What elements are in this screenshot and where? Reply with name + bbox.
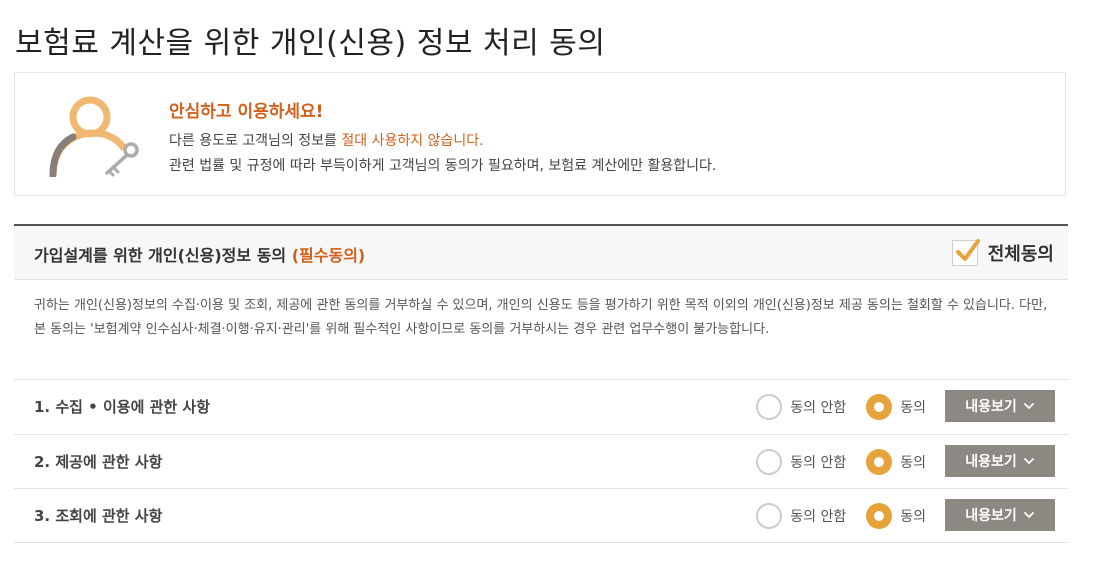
radio-disagree-label: 동의 안함 bbox=[790, 400, 847, 416]
consent-title: 가입설계를 위한 개인(신용)정보 동의 (필수동의) bbox=[34, 242, 365, 266]
required-label: (필수동의) bbox=[291, 246, 366, 265]
item-label: 2. 제공에 관한 사항 bbox=[34, 453, 163, 471]
radio-agree[interactable]: 동의 bbox=[866, 449, 926, 475]
radio-agree-label: 동의 bbox=[900, 455, 926, 471]
person-key-icon bbox=[49, 96, 139, 177]
radio-group: 동의 안함 동의 bbox=[756, 447, 926, 477]
view-details-label: 내용보기 bbox=[965, 453, 1017, 469]
consent-description: 귀하는 개인(신용)정보의 수집·이용 및 조회, 제공에 관한 동의를 거부하… bbox=[34, 298, 1048, 337]
all-agree-checkbox[interactable]: 전체동의 bbox=[951, 238, 1054, 268]
radio-disagree-label: 동의 안함 bbox=[790, 455, 847, 471]
view-details-label: 내용보기 bbox=[965, 398, 1017, 414]
radio-disagree[interactable]: 동의 안함 bbox=[756, 449, 846, 475]
radio-disagree-label: 동의 안함 bbox=[790, 509, 847, 525]
notice-line1-highlight: 절대 사용하지 않습니다. bbox=[341, 133, 484, 149]
view-details-button[interactable]: 내용보기 bbox=[945, 445, 1055, 477]
radio-agree-control[interactable] bbox=[866, 394, 893, 420]
chevron-down-icon bbox=[1023, 458, 1034, 465]
radio-agree-control[interactable] bbox=[866, 503, 893, 529]
page-title: 보험료 계산을 위한 개인(신용) 정보 처리 동의 bbox=[15, 26, 606, 61]
radio-disagree[interactable]: 동의 안함 bbox=[756, 394, 846, 420]
checkmark-icon bbox=[955, 239, 980, 261]
checkbox[interactable] bbox=[951, 239, 980, 266]
chevron-down-icon bbox=[1023, 512, 1034, 519]
consent-item-provide: 2. 제공에 관한 사항 동의 안함 동의 내용보기 bbox=[14, 434, 1068, 488]
consent-item-collect: 1. 수집 • 이용에 관한 사항 동의 안함 동의 내용보기 bbox=[14, 379, 1068, 433]
all-agree-label: 전체동의 bbox=[987, 244, 1054, 265]
item-label: 3. 조회에 관한 사항 bbox=[34, 507, 163, 525]
consent-title-text: 가입설계를 위한 개인(신용)정보 동의 bbox=[34, 246, 287, 265]
consent-header: 가입설계를 위한 개인(신용)정보 동의 (필수동의) 전체동의 bbox=[14, 224, 1068, 280]
radio-disagree[interactable]: 동의 안함 bbox=[756, 503, 846, 529]
radio-agree-control[interactable] bbox=[866, 449, 893, 475]
view-details-button[interactable]: 내용보기 bbox=[945, 499, 1055, 531]
radio-agree[interactable]: 동의 bbox=[866, 394, 926, 420]
view-details-label: 내용보기 bbox=[965, 507, 1017, 523]
radio-group: 동의 안함 동의 bbox=[756, 392, 926, 422]
radio-group: 동의 안함 동의 bbox=[756, 501, 926, 531]
notice-heading: 안심하고 이용하세요! bbox=[169, 102, 324, 122]
consent-section: 가입설계를 위한 개인(신용)정보 동의 (필수동의) 전체동의 귀하는 개인(… bbox=[14, 224, 1068, 543]
radio-agree[interactable]: 동의 bbox=[866, 503, 926, 529]
chevron-down-icon bbox=[1023, 403, 1034, 410]
item-label: 1. 수집 • 이용에 관한 사항 bbox=[34, 398, 211, 416]
radio-agree-label: 동의 bbox=[900, 509, 926, 525]
view-details-button[interactable]: 내용보기 bbox=[945, 390, 1055, 422]
notice-box: 안심하고 이용하세요! 다른 용도로 고객님의 정보를 절대 사용하지 않습니다… bbox=[14, 72, 1066, 196]
radio-disagree-control[interactable] bbox=[756, 503, 783, 529]
radio-agree-label: 동의 bbox=[900, 400, 926, 416]
radio-disagree-control[interactable] bbox=[756, 394, 783, 420]
notice-line1: 다른 용도로 고객님의 정보를 절대 사용하지 않습니다. bbox=[169, 130, 484, 150]
consent-item-inquiry: 3. 조회에 관한 사항 동의 안함 동의 내용보기 bbox=[14, 488, 1068, 543]
notice-line1-text: 다른 용도로 고객님의 정보를 bbox=[169, 133, 342, 149]
notice-line2: 관련 법률 및 규정에 따라 부득이하게 고객님의 동의가 필요하며, 보험료 … bbox=[169, 158, 717, 174]
radio-disagree-control[interactable] bbox=[756, 449, 783, 475]
